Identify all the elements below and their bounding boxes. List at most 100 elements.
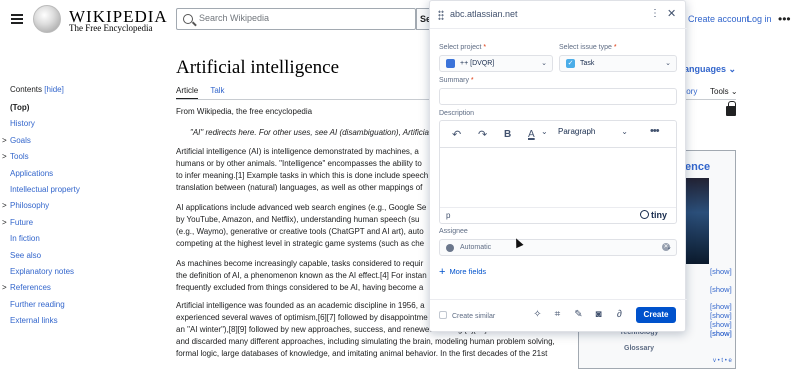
toc-item-label: Goals	[10, 135, 31, 145]
tools-menu[interactable]: Tools ⌄	[710, 87, 738, 96]
infobox-show-link[interactable]: [show]	[710, 285, 732, 294]
more-options-icon[interactable]: •••	[778, 12, 791, 26]
chevron-right-icon[interactable]: >	[2, 280, 7, 296]
toc-item[interactable]: See also	[10, 248, 160, 264]
chevron-down-icon[interactable]: ⌄	[541, 127, 548, 136]
chevron-down-icon: ⌄	[541, 60, 547, 67]
wikipedia-tagline: The Free Encyclopedia	[69, 23, 153, 33]
redo-icon[interactable]: ↷	[478, 128, 487, 141]
toc-item[interactable]: > Goals	[2, 133, 160, 149]
drag-handle-icon[interactable]	[438, 10, 444, 20]
history-tab[interactable]: tory	[684, 87, 697, 96]
description-label: Description	[439, 110, 475, 117]
toc-item-label: References	[10, 283, 51, 293]
toc-item[interactable]: (Top)	[10, 100, 160, 116]
toc-hide-link[interactable]: [hide]	[44, 85, 64, 94]
toc-item[interactable]: > Tools	[2, 149, 160, 165]
article-tabs: Article Talk	[176, 86, 225, 99]
chevron-right-icon[interactable]: >	[2, 149, 7, 165]
assignee-label: Assignee	[439, 228, 468, 235]
lock-icon[interactable]	[726, 101, 736, 116]
toc-item[interactable]: Applications	[10, 166, 160, 182]
create-similar-label: Create similar	[452, 313, 496, 320]
close-icon[interactable]: ✕	[667, 7, 676, 20]
vte-links[interactable]: v • t • e	[713, 358, 732, 364]
infobox-heading[interactable]: ence	[685, 161, 710, 173]
checkbox-icon	[439, 311, 447, 319]
select-project-text: Select project	[439, 44, 482, 51]
description-editor[interactable]: ↶ ↷ B A ⌄ Paragraph ⌄ ••• p tiny	[439, 120, 677, 224]
infobox-show-link[interactable]: [show]	[710, 311, 732, 320]
infobox-show-link[interactable]: [show]	[710, 320, 732, 329]
assignee-select[interactable]: Automatic ✕ ⌄	[439, 239, 677, 256]
create-account-link[interactable]: Create account	[688, 14, 749, 24]
wikipedia-globe-logo[interactable]	[33, 5, 61, 33]
project-select[interactable]: ++ [DVQR] ⌄	[439, 55, 553, 72]
editor-toolbar: ↶ ↷ B A ⌄ Paragraph ⌄ •••	[440, 121, 676, 148]
infobox-row: Glossary	[579, 345, 737, 357]
toc-item[interactable]: > Future	[2, 215, 160, 231]
paragraph-line: formal logic, large databases of knowled…	[176, 349, 548, 358]
tab-article[interactable]: Article	[176, 86, 199, 99]
bold-icon[interactable]: B	[504, 129, 511, 140]
toc-item[interactable]: In fiction	[10, 231, 160, 247]
create-button[interactable]: Create	[636, 307, 676, 323]
summary-label: Summary *	[439, 77, 474, 84]
select-project-label: Select project *	[439, 44, 486, 51]
toc-item-label: External links	[10, 316, 58, 326]
toc-item-label: Future	[10, 217, 34, 227]
languages-button[interactable]: anguages ⌄	[684, 64, 736, 75]
more-fields-button[interactable]: + More fields	[439, 266, 486, 278]
undo-icon[interactable]: ↶	[452, 128, 461, 141]
tiny-logo[interactable]: tiny	[640, 210, 667, 220]
screen-region-icon[interactable]: ⌗	[552, 309, 563, 320]
infobox-show-link[interactable]: [show]	[710, 329, 732, 338]
issue-type-select[interactable]: ✓ Task ⌄	[559, 55, 677, 72]
paragraph-line: and discarded many different approaches,…	[176, 337, 555, 346]
element-path: p	[446, 211, 451, 220]
infobox-image[interactable]	[685, 178, 709, 264]
paragraph-style-select[interactable]: Paragraph ⌄	[558, 127, 632, 142]
tiny-text: tiny	[651, 210, 668, 220]
toc-item[interactable]: Further reading	[10, 297, 160, 313]
menu-icon[interactable]	[11, 14, 23, 24]
paragraph-style-value: Paragraph	[558, 127, 596, 136]
toc-item-label: History	[10, 119, 35, 129]
search-placeholder: Search Wikipedia	[199, 13, 270, 23]
chevron-right-icon[interactable]: >	[2, 133, 7, 149]
more-vertical-icon[interactable]: ⋮	[650, 8, 660, 19]
camera-icon[interactable]: ◙	[593, 309, 604, 320]
tab-talk[interactable]: Talk	[210, 86, 224, 95]
chevron-right-icon[interactable]: >	[2, 215, 7, 231]
toc-item-label: Intellectual property	[10, 184, 80, 194]
annotate-icon[interactable]: ✎	[573, 309, 584, 320]
table-of-contents: Contents [hide] (Top) History > Goals > Tools…	[2, 85, 160, 329]
log-in-link[interactable]: Log in	[747, 14, 772, 24]
attachment-icon[interactable]: ∂	[614, 309, 625, 320]
required-mark: *	[613, 44, 617, 51]
required-mark: *	[483, 44, 487, 51]
toc-item[interactable]: History	[10, 116, 160, 132]
editor-statusbar: p tiny	[440, 207, 676, 224]
tiny-icon	[640, 210, 649, 219]
chevron-right-icon[interactable]: >	[2, 198, 7, 214]
toc-item[interactable]: Intellectual property	[10, 182, 160, 198]
toc-item[interactable]: Explanatory notes	[10, 264, 160, 280]
ai-assist-icon[interactable]: ✧	[532, 309, 543, 320]
required-mark: *	[470, 77, 474, 84]
wiki-search-input[interactable]: Search Wikipedia	[176, 8, 416, 30]
summary-input[interactable]	[439, 88, 677, 105]
toc-item[interactable]: External links	[10, 313, 160, 329]
site-url: abc.atlassian.net	[450, 9, 518, 19]
text-color-icon[interactable]: A	[528, 129, 535, 140]
create-similar-checkbox[interactable]: Create similar	[439, 311, 495, 320]
toc-title: Contents [hide]	[10, 85, 160, 94]
more-horizontal-icon[interactable]: •••	[650, 125, 660, 137]
infobox-show-link[interactable]: [show]	[710, 302, 732, 311]
footer-divider	[430, 299, 687, 300]
toc-item[interactable]: > Philosophy	[2, 198, 160, 214]
toc-item[interactable]: > References	[2, 280, 160, 296]
infobox-show-link[interactable]: [show]	[710, 267, 732, 276]
toc-item-label: (Top)	[10, 103, 30, 112]
from-wikipedia-note: From Wikipedia, the free encyclopedia	[176, 107, 313, 116]
